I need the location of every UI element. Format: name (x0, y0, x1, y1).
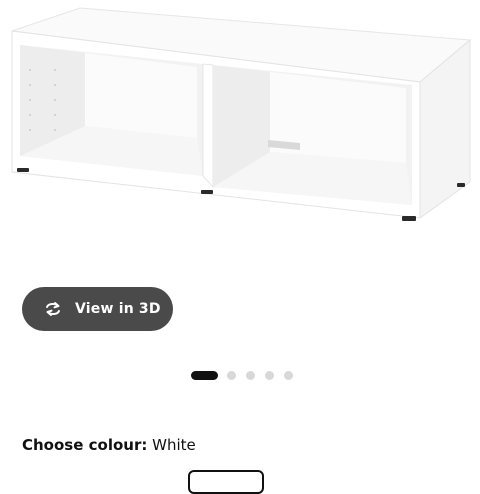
carousel-dot[interactable] (265, 371, 274, 380)
colour-label: Choose colour: (22, 436, 148, 454)
colour-swatch-white[interactable] (188, 470, 264, 494)
view-in-3d-label: View in 3D (75, 301, 161, 317)
carousel-indicator (191, 371, 303, 380)
carousel-dot-active[interactable] (191, 371, 218, 380)
view-in-3d-button[interactable]: View in 3D (22, 287, 173, 331)
carousel-dot[interactable] (284, 371, 293, 380)
tv-bench-illustration (11, 7, 472, 221)
colour-value: White (152, 436, 196, 454)
carousel-dot[interactable] (227, 371, 236, 380)
carousel-dot[interactable] (246, 371, 255, 380)
rotate-3d-icon (42, 298, 64, 320)
product-image[interactable] (0, 0, 480, 260)
colour-selection: Choose colour: White (22, 436, 196, 454)
